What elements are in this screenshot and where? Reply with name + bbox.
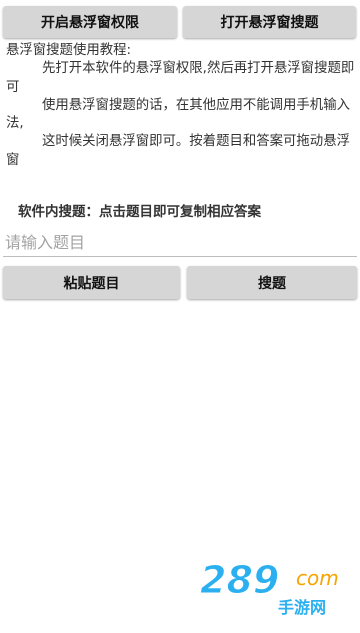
tutorial-text: 悬浮窗搜题使用教程: 先打开本软件的悬浮窗权限,然后再打开悬浮窗搜题即可 使用悬… xyxy=(6,42,356,170)
enable-floating-permission-label: 开启悬浮窗权限 xyxy=(41,15,139,31)
tutorial-step-3: 这时候关闭悬浮窗即可。按着题目和答案可拖动悬浮窗 xyxy=(6,134,350,168)
tutorial-title: 悬浮窗搜题使用教程: xyxy=(6,43,132,58)
watermark-logo: 289 com 手游网 xyxy=(200,558,339,618)
search-question-button[interactable]: 搜题 xyxy=(187,266,357,299)
paste-question-button[interactable]: 粘贴题目 xyxy=(3,266,180,299)
question-input-container xyxy=(3,228,357,257)
search-question-label: 搜题 xyxy=(258,275,286,292)
open-floating-search-label: 打开悬浮窗搜题 xyxy=(220,15,319,31)
watermark-number: 289 xyxy=(200,558,279,602)
paste-question-label: 粘贴题目 xyxy=(63,275,120,292)
watermark-name: 手游网 xyxy=(278,598,326,617)
in-app-search-hint: 软件内搜题：点击题目即可复制相应答案 xyxy=(18,204,261,220)
tutorial-step-2: 使用悬浮窗搜题的话，在其他应用不能调用手机输入法, xyxy=(6,97,350,132)
tutorial-step-1: 先打开本软件的悬浮窗权限,然后再打开悬浮窗搜题即可 xyxy=(6,61,355,95)
open-floating-search-button[interactable]: 打开悬浮窗搜题 xyxy=(183,6,356,38)
enable-floating-permission-button[interactable]: 开启悬浮窗权限 xyxy=(3,6,177,38)
question-input[interactable] xyxy=(3,228,357,256)
watermark-domain: com xyxy=(296,566,339,590)
